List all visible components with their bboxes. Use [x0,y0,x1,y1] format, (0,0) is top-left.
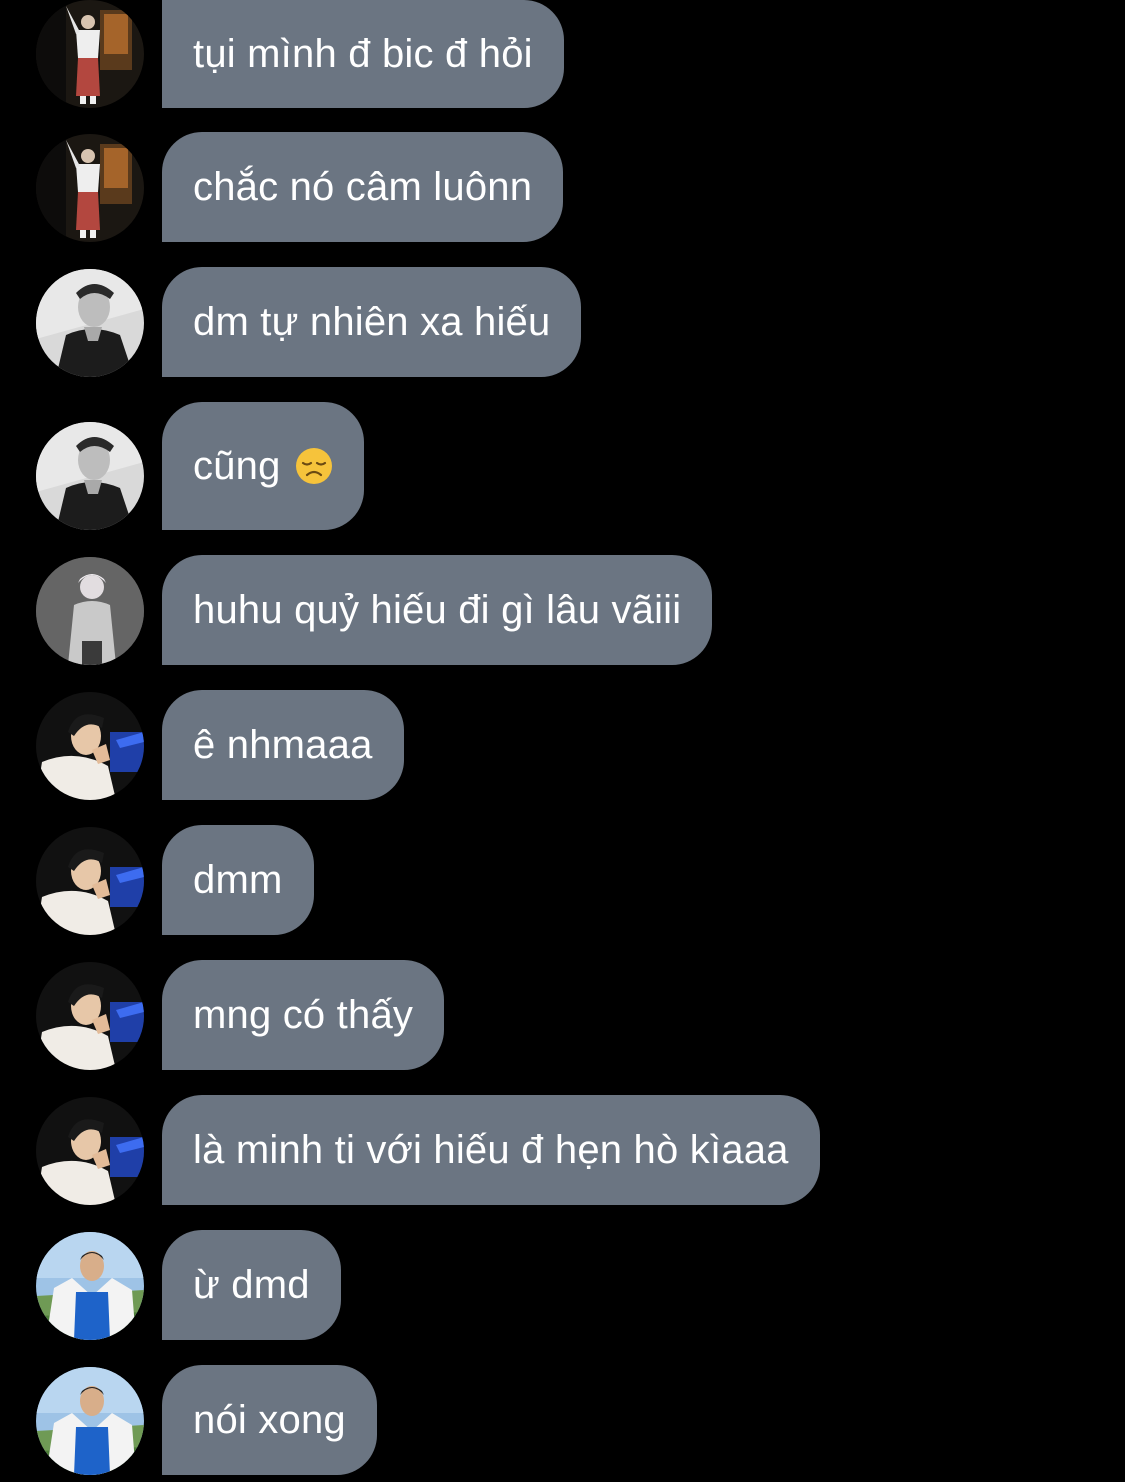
message-text: mng có thấy [193,993,414,1037]
message-text: huhu quỷ hiếu đi gì lâu vãiii [193,588,682,632]
message-bubble[interactable]: chắc nó câm luônn [162,132,564,242]
message-text: tụi mình đ bic đ hỏi [193,32,533,76]
user-b-avatar[interactable] [36,422,144,530]
disappointed-face-icon [295,447,333,485]
message-bubble[interactable]: dmm [162,825,314,935]
message-text: là minh ti với hiếu đ hẹn hò kìaaa [193,1128,789,1172]
message-row: dm tự nhiên xa hiếu [0,267,1125,377]
message-bubble[interactable]: dm tự nhiên xa hiếu [162,267,582,377]
message-bubble[interactable]: nói xong [162,1365,377,1475]
message-row: tụi mình đ bic đ hỏi [0,0,1125,108]
user-e-avatar[interactable] [36,1232,144,1340]
message-text: ừ dmd [193,1263,310,1307]
message-bubble[interactable]: mng có thấy [162,960,445,1070]
message-row: là minh ti với hiếu đ hẹn hò kìaaa [0,1095,1125,1205]
message-text: cũng [193,444,281,488]
message-bubble[interactable]: ê nhmaaa [162,690,404,800]
user-b-avatar[interactable] [36,269,144,377]
message-thread[interactable]: tụi mình đ bic đ hỏi chắc nó câm luônn d… [0,0,1125,1482]
message-text: nói xong [193,1398,346,1442]
user-d-avatar[interactable] [36,827,144,935]
message-text: chắc nó câm luônn [193,165,533,209]
message-bubble[interactable]: là minh ti với hiếu đ hẹn hò kìaaa [162,1095,820,1205]
user-a-avatar[interactable] [36,0,144,108]
user-c-avatar[interactable] [36,557,144,665]
message-row: mng có thấy [0,960,1125,1070]
user-d-avatar[interactable] [36,692,144,800]
message-row: chắc nó câm luônn [0,132,1125,242]
message-text: dm tự nhiên xa hiếu [193,300,551,344]
message-row: huhu quỷ hiếu đi gì lâu vãiii [0,555,1125,665]
message-row: ừ dmd [0,1230,1125,1340]
user-d-avatar[interactable] [36,1097,144,1205]
message-bubble[interactable]: ừ dmd [162,1230,341,1340]
message-bubble[interactable]: huhu quỷ hiếu đi gì lâu vãiii [162,555,713,665]
message-bubble[interactable]: cũng [162,402,364,530]
message-text: ê nhmaaa [193,723,373,767]
user-e-avatar[interactable] [36,1367,144,1475]
message-row: dmm [0,825,1125,935]
message-row: cũng [0,402,1125,530]
message-row: ê nhmaaa [0,690,1125,800]
message-row: nói xong [0,1365,1125,1475]
user-a-avatar[interactable] [36,134,144,242]
message-bubble[interactable]: tụi mình đ bic đ hỏi [162,0,564,108]
message-text: dmm [193,858,283,902]
user-d-avatar[interactable] [36,962,144,1070]
